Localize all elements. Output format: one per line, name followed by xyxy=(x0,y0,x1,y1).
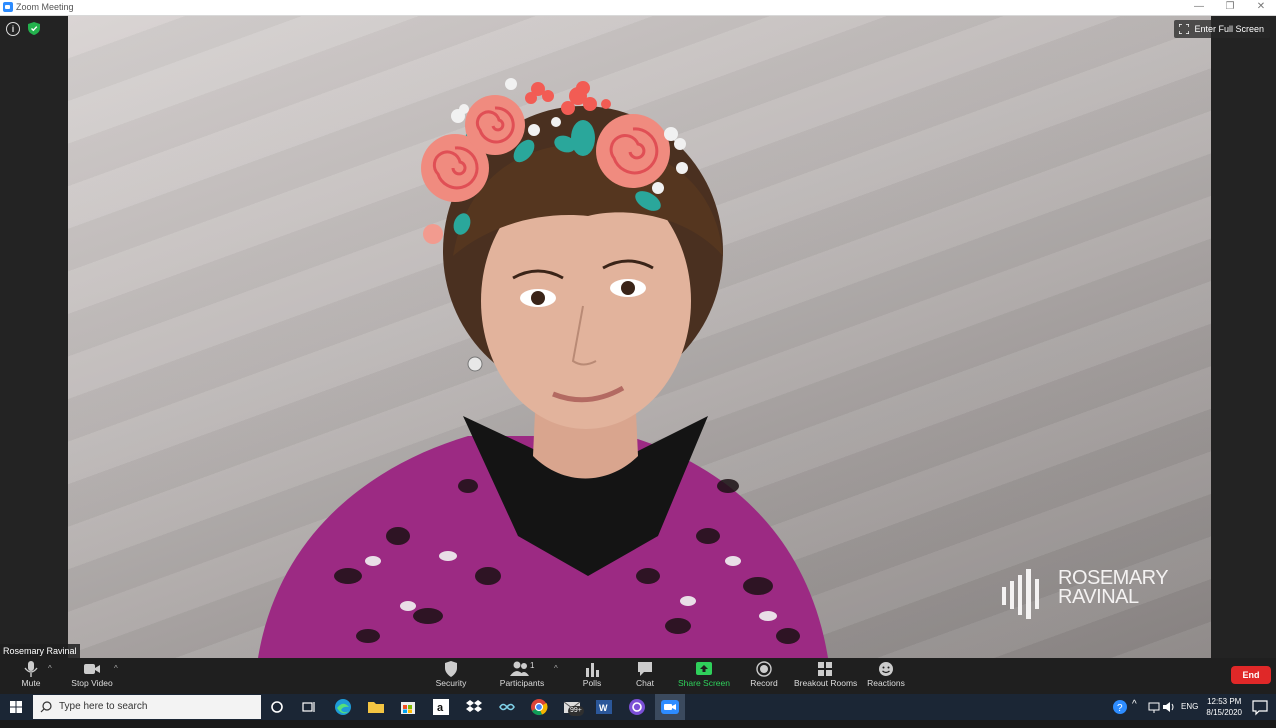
infinity-app-icon[interactable] xyxy=(497,697,517,717)
breakout-rooms-label: Breakout Rooms xyxy=(794,678,858,688)
participants-icon: 1 xyxy=(510,661,535,676)
end-meeting-button[interactable]: End xyxy=(1231,666,1271,684)
dropbox-icon[interactable] xyxy=(464,697,484,717)
record-label: Record xyxy=(750,678,778,688)
info-icon[interactable]: i xyxy=(6,22,20,36)
microsoft-store-icon[interactable] xyxy=(398,697,418,717)
language-indicator[interactable]: ENG xyxy=(1181,702,1198,728)
chat-label: Chat xyxy=(636,678,654,688)
restore-button[interactable]: ❐ xyxy=(1215,0,1245,15)
video-camera-icon xyxy=(84,664,100,674)
stop-video-label: Stop Video xyxy=(71,678,113,688)
mute-label: Mute xyxy=(21,678,41,688)
word-icon[interactable]: W xyxy=(594,697,614,717)
video-options-caret-icon[interactable]: ^ xyxy=(114,664,118,673)
reactions-label: Reactions xyxy=(867,678,905,688)
close-button[interactable]: ✕ xyxy=(1246,0,1276,15)
record-icon xyxy=(756,661,772,677)
security-shield-icon xyxy=(445,661,457,677)
participant-video: ROSEMARY RAVINAL xyxy=(68,16,1211,658)
participants-count: 1 xyxy=(530,661,535,670)
clock-date: 8/15/2020 xyxy=(1206,708,1242,717)
logo-bars-icon xyxy=(1002,569,1039,619)
windows-start-icon[interactable] xyxy=(0,694,32,720)
share-screen-button[interactable]: Share Screen xyxy=(678,661,730,693)
chat-bubble-icon xyxy=(638,662,652,676)
zoom-app-icon xyxy=(3,2,13,12)
meeting-toolbar: Mute ^ Stop Video ^ Security 1 Participa… xyxy=(0,658,1276,694)
logo-line-2: RAVINAL xyxy=(1058,586,1139,608)
file-explorer-icon[interactable] xyxy=(366,697,386,717)
zoom-taskbar-icon xyxy=(661,700,679,714)
reactions-emoji-icon xyxy=(879,662,893,676)
edge-browser-icon[interactable] xyxy=(333,697,353,717)
clock-time: 12:53 PM xyxy=(1207,697,1242,706)
amazon-icon[interactable]: a xyxy=(431,697,451,717)
minimize-button[interactable]: — xyxy=(1184,0,1214,15)
participants-label: Participants xyxy=(499,678,545,688)
window-titlebar: Zoom Meeting — ❐ ✕ xyxy=(0,0,1276,16)
audio-options-caret-icon[interactable]: ^ xyxy=(48,664,52,673)
tray-overflow-chevron-icon[interactable]: ^ xyxy=(1132,699,1137,725)
window-title: Zoom Meeting xyxy=(16,2,74,12)
task-view-icon[interactable] xyxy=(299,697,319,717)
breakout-rooms-button[interactable]: Breakout Rooms xyxy=(794,661,858,693)
mute-button[interactable]: Mute xyxy=(14,661,48,693)
search-placeholder: Type here to search xyxy=(59,701,148,712)
microphone-icon xyxy=(24,661,38,677)
enter-full-screen-button[interactable]: Enter Full Screen xyxy=(1174,20,1270,38)
stop-video-button[interactable]: Stop Video xyxy=(68,661,116,693)
polls-icon xyxy=(586,663,599,677)
help-icon[interactable]: ? xyxy=(1110,697,1130,717)
purple-app-icon[interactable] xyxy=(627,697,647,717)
chrome-browser-icon[interactable] xyxy=(529,697,549,717)
share-screen-label: Share Screen xyxy=(678,678,730,688)
participants-options-caret-icon[interactable]: ^ xyxy=(554,664,558,673)
participant-name-label: Rosemary Ravinal xyxy=(0,644,80,658)
speaker-volume-icon[interactable] xyxy=(1160,697,1180,717)
mail-notification-badge: 99+ xyxy=(568,706,584,716)
cortana-icon[interactable] xyxy=(267,697,287,717)
share-screen-icon xyxy=(696,662,712,675)
fullscreen-label: Enter Full Screen xyxy=(1194,24,1264,34)
record-button[interactable]: Record xyxy=(748,661,780,693)
chat-button[interactable]: Chat xyxy=(631,661,659,693)
svg-text:W: W xyxy=(599,703,608,713)
taskbar-clock[interactable]: 12:53 PM 8/15/2020 xyxy=(1206,696,1242,718)
polls-button[interactable]: Polls xyxy=(578,661,606,693)
polls-label: Polls xyxy=(582,678,602,688)
meeting-stage: i ROSEMARY RAVINAL Enter Full Screen xyxy=(0,16,1276,658)
encryption-shield-icon[interactable] xyxy=(28,22,40,35)
windows-taskbar: Type here to search a 99+ W ? ^ ENG 12:5… xyxy=(0,694,1276,720)
security-label: Security xyxy=(435,678,467,688)
reactions-button[interactable]: Reactions xyxy=(866,661,906,693)
notifications-icon[interactable] xyxy=(1250,697,1270,717)
search-icon xyxy=(40,701,52,713)
taskbar-search-box[interactable]: Type here to search xyxy=(33,695,261,719)
fullscreen-icon xyxy=(1179,24,1190,34)
svg-text:?: ? xyxy=(1117,703,1123,714)
zoom-taskbar-button[interactable] xyxy=(655,694,685,720)
breakout-rooms-icon xyxy=(818,662,832,676)
svg-text:a: a xyxy=(437,702,444,714)
mail-app-icon[interactable]: 99+ xyxy=(562,697,586,717)
participant-figure xyxy=(258,78,828,658)
participants-button[interactable]: 1 Participants xyxy=(496,661,548,693)
security-button[interactable]: Security xyxy=(433,661,469,693)
